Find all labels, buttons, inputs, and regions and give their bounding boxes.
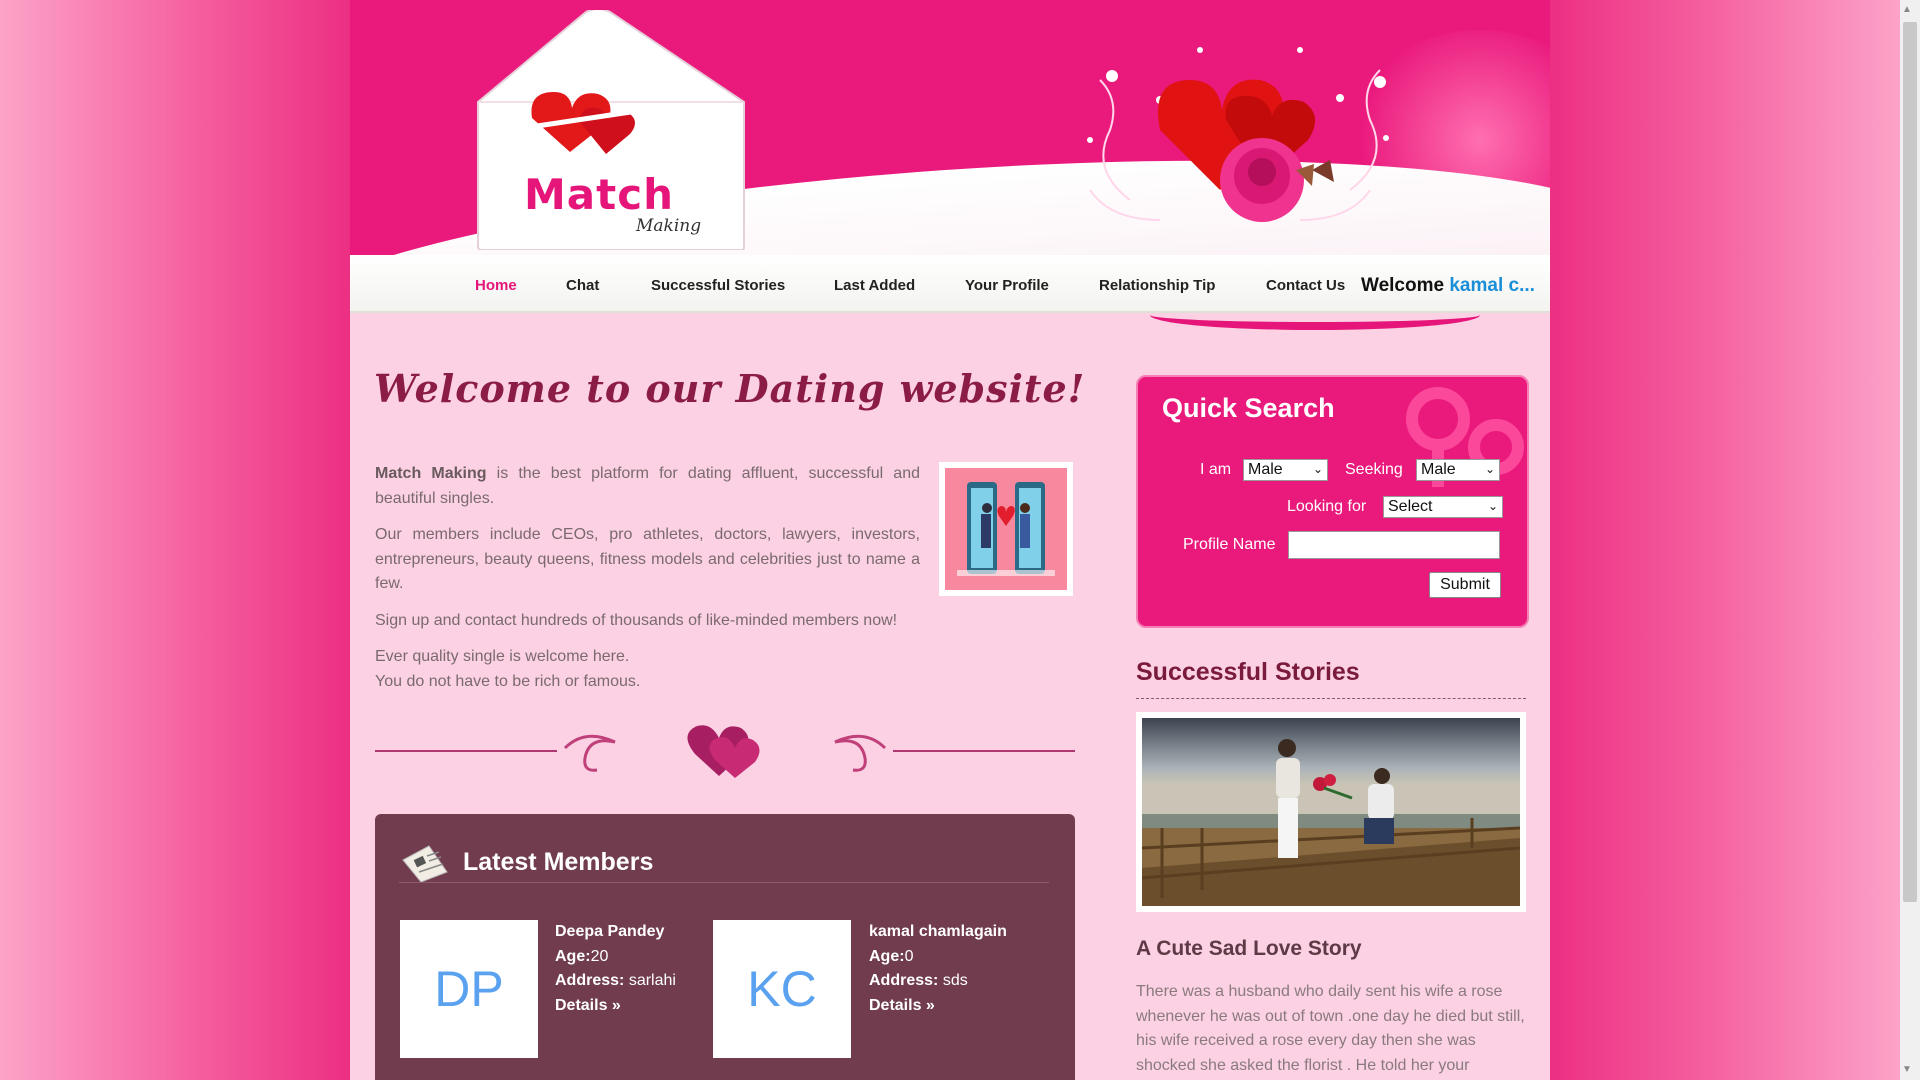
intro-paragraph-4: Ever quality single is welcome here. You …	[375, 645, 920, 694]
intro-text: Match Making is the best platform for da…	[375, 462, 920, 706]
i-am-value: Male	[1248, 461, 1283, 478]
member-name: Deepa Pandey	[555, 923, 665, 940]
chevron-down-icon: ⌄	[1312, 462, 1323, 476]
nav-curve-decoration	[1150, 300, 1480, 330]
latest-members-title: Latest Members	[463, 848, 654, 876]
nav-chat[interactable]: Chat	[566, 277, 599, 294]
member-initials: DP	[434, 961, 504, 1017]
member-age: 0	[904, 947, 914, 965]
member-card-info: kamal chamlagain Age:0 Address: sds Deta…	[869, 920, 1007, 1018]
intro-paragraph-2: Our members include CEOs, pro athletes, …	[375, 526, 920, 592]
member-details-link[interactable]: Details »	[869, 994, 1007, 1019]
looking-for-select[interactable]: Select ⌄	[1383, 496, 1503, 518]
story-excerpt: There was a husband who daily sent his w…	[1136, 983, 1525, 1074]
scroll-down-arrow-icon[interactable]: ▼	[1902, 1064, 1912, 1075]
intro-p4-line2: You do not have to be rich or famous.	[375, 672, 641, 690]
looking-for-value: Select	[1388, 498, 1433, 515]
member-card-info: Deepa Pandey Age:20 Address: sarlahi Det…	[555, 920, 676, 1018]
latest-members-rule	[399, 882, 1049, 883]
proposal-photo-icon	[1142, 718, 1520, 906]
logo-title: Match	[524, 170, 675, 219]
right-gradient-background	[1550, 0, 1900, 1080]
latest-members-panel: Latest Members DP Deepa Pandey Age:20 Ad…	[375, 814, 1075, 1080]
profile-name-label: Profile Name	[1183, 536, 1276, 553]
age-label: Age:	[555, 947, 591, 965]
nav-successful-stories[interactable]: Successful Stories	[651, 277, 785, 294]
page-container: Match Making Home Chat Successful Storie…	[350, 0, 1550, 1080]
couple-phones-image	[939, 462, 1073, 596]
quick-search-panel: Quick Search I am Male ⌄ Seeking Male ⌄ Lo…	[1136, 375, 1529, 628]
submit-button[interactable]: Submit	[1429, 572, 1501, 598]
member-avatar[interactable]: DP	[400, 920, 538, 1058]
member-details-link[interactable]: Details »	[555, 994, 676, 1019]
welcome-heading: Welcome to our Dating website!	[374, 366, 1086, 411]
seeking-label: Seeking	[1345, 461, 1403, 478]
age-label: Age:	[869, 947, 905, 965]
member-age-row: Age:0	[869, 945, 1007, 970]
member-initials: KC	[747, 961, 817, 1017]
nav-your-profile[interactable]: Your Profile	[965, 277, 1049, 294]
member-address-row: Address: sarlahi	[555, 969, 676, 994]
newspaper-icon	[402, 845, 448, 882]
member-address: sarlahi	[628, 972, 676, 989]
profile-name-input[interactable]	[1288, 531, 1500, 559]
address-label: Address:	[869, 972, 939, 989]
welcome-label: Welcome	[1361, 275, 1445, 296]
left-gradient-background	[0, 0, 350, 1080]
phones-couple-icon	[957, 482, 1055, 576]
successful-stories-heading: Successful Stories	[1136, 658, 1360, 686]
member-age-row: Age:20	[555, 945, 676, 970]
nav-last-added[interactable]: Last Added	[834, 277, 915, 294]
scroll-up-arrow-icon[interactable]: ▲	[1902, 4, 1912, 15]
welcome-user: Welcome kamal c...	[1361, 275, 1535, 297]
looking-for-label: Looking for	[1287, 498, 1367, 515]
member-address: sds	[942, 972, 968, 989]
site-logo[interactable]: Match Making	[474, 10, 748, 250]
intro-paragraph-1: Match Making is the best platform for da…	[375, 462, 920, 511]
hearts-rose-illustration	[1087, 47, 1389, 222]
nav-contact-us[interactable]: Contact Us	[1266, 277, 1345, 294]
member-name: kamal chamlagain	[869, 923, 1007, 940]
seeking-select[interactable]: Male ⌄	[1416, 459, 1500, 481]
scrollbar-thumb[interactable]	[1903, 22, 1917, 902]
nav-relationship-tip[interactable]: Relationship Tip	[1099, 277, 1215, 294]
intro-brand: Match Making	[375, 465, 487, 482]
chevron-down-icon: ⌄	[1484, 462, 1495, 476]
nav-home[interactable]: Home	[475, 277, 517, 294]
successful-stories-rule	[1136, 698, 1526, 699]
story-photo-inner	[1142, 718, 1520, 906]
hearts-divider	[375, 725, 1075, 778]
i-am-select[interactable]: Male ⌄	[1243, 459, 1328, 481]
couple-phones-image-inner	[945, 468, 1067, 590]
story-photo[interactable]	[1136, 712, 1526, 912]
welcome-username[interactable]: kamal c...	[1449, 275, 1535, 296]
address-label: Address:	[555, 972, 625, 989]
member-address-row: Address: sds	[869, 969, 1007, 994]
story-title[interactable]: A Cute Sad Love Story	[1136, 937, 1362, 961]
seeking-value: Male	[1421, 461, 1456, 478]
i-am-label: I am	[1200, 461, 1232, 478]
intro-p4-line1: Ever quality single is welcome here.	[375, 648, 630, 665]
logo-subtitle: Making	[636, 216, 702, 236]
member-age: 20	[590, 947, 609, 965]
member-avatar[interactable]: KC	[713, 920, 851, 1058]
intro-paragraph-3: Sign up and contact hundreds of thousand…	[375, 611, 898, 629]
chevron-down-icon: ⌄	[1487, 499, 1498, 513]
quick-search-title: Quick Search	[1162, 393, 1335, 423]
